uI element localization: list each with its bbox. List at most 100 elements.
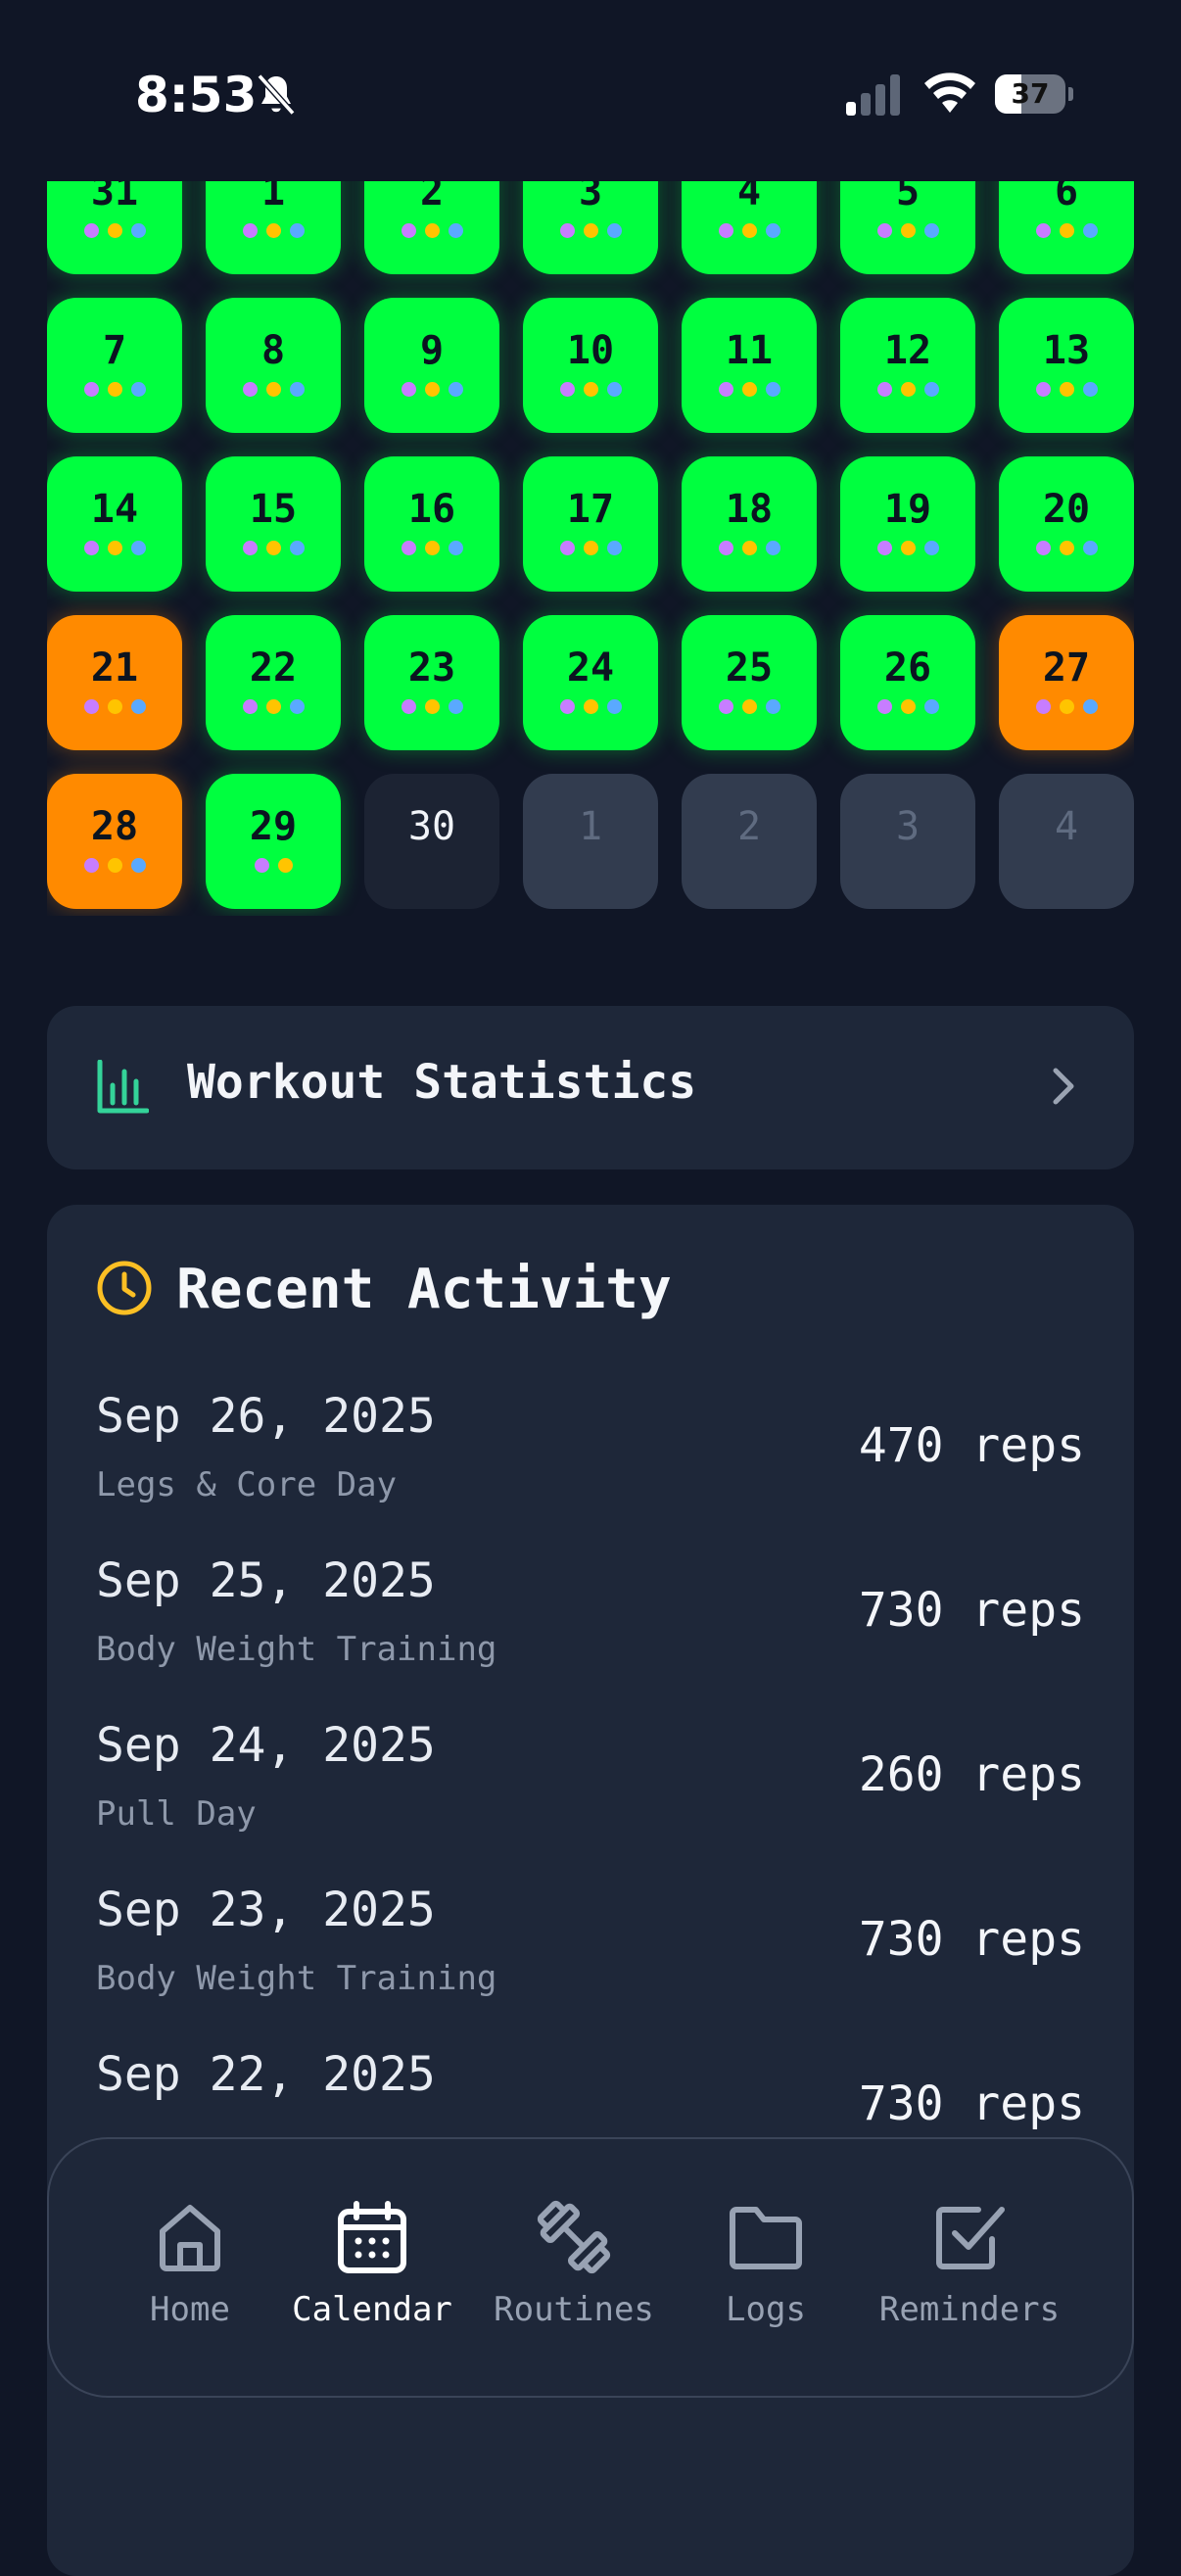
tab-home[interactable]: Home: [131, 2139, 249, 2396]
calendar-day-number: 29: [249, 804, 298, 849]
activity-dot: [559, 541, 575, 555]
activity-dot: [718, 541, 733, 555]
activity-dot: [289, 699, 305, 714]
activity-dot: [401, 382, 416, 397]
tab-label: Reminders: [878, 2290, 1061, 2329]
activity-date: Sep 23, 2025: [96, 1883, 436, 1937]
activity-reps: 470 reps: [858, 1418, 1085, 1473]
calendar-day-number: 11: [725, 328, 774, 373]
activity-dots: [1035, 541, 1098, 556]
activity-dot: [130, 382, 146, 397]
activity-dots: [559, 382, 622, 398]
activity-entry[interactable]: Sep 23, 2025 Body Weight Training 730 reps: [96, 1883, 1085, 2029]
activity-dot: [130, 223, 146, 238]
calendar-day-cell[interactable]: 26: [840, 615, 975, 750]
activity-dot: [559, 382, 575, 397]
activity-dot: [718, 223, 733, 238]
calendar-day-cell[interactable]: 1: [523, 774, 658, 909]
tab-routines[interactable]: Routines: [494, 2139, 654, 2396]
activity-dot: [923, 699, 939, 714]
activity-dot: [83, 382, 99, 397]
calendar-day-number: 23: [407, 645, 456, 691]
tab-label: Logs: [726, 2290, 806, 2329]
activity-dot: [277, 858, 293, 873]
calendar-day-cell[interactable]: 13: [999, 298, 1134, 433]
activity-dots: [559, 541, 622, 556]
activity-dots: [876, 382, 939, 398]
activity-dot: [900, 541, 916, 555]
tab-reminders[interactable]: Reminders: [878, 2139, 1061, 2396]
activity-dot: [1035, 382, 1051, 397]
calendar-day-cell[interactable]: 8: [206, 298, 341, 433]
activity-dots: [559, 223, 622, 239]
activity-dot: [448, 382, 463, 397]
calendar-day-cell[interactable]: 21: [47, 615, 182, 750]
activity-entry[interactable]: Sep 25, 2025 Body Weight Training 730 reps: [96, 1553, 1085, 1700]
calendar-day-cell[interactable]: 14: [47, 456, 182, 592]
activity-dot: [265, 699, 281, 714]
activity-dot: [900, 223, 916, 238]
activity-dot: [1059, 382, 1074, 397]
calendar-icon: [338, 2201, 406, 2273]
activity-dot: [900, 699, 916, 714]
calendar-day-cell[interactable]: 3: [840, 774, 975, 909]
activity-dot: [1059, 223, 1074, 238]
activity-dot: [606, 223, 622, 238]
activity-entry[interactable]: Sep 26, 2025 Legs & Core Day 470 reps: [96, 1389, 1085, 1536]
calendar-day-cell[interactable]: 11: [682, 298, 817, 433]
activity-dot: [130, 699, 146, 714]
tab-calendar[interactable]: Calendar: [292, 2139, 452, 2396]
activity-dots: [83, 382, 146, 398]
activity-dot: [741, 382, 757, 397]
activity-dot: [583, 541, 598, 555]
status-bar: 8:53 37: [0, 0, 1181, 181]
activity-dot: [1082, 223, 1098, 238]
activity-dot: [923, 382, 939, 397]
calendar-day-cell[interactable]: 22: [206, 615, 341, 750]
activity-dot: [923, 223, 939, 238]
calendar-day-cell[interactable]: 19: [840, 456, 975, 592]
tab-logs[interactable]: Logs: [707, 2139, 825, 2396]
calendar-day-number: 10: [566, 328, 615, 373]
calendar-day-cell[interactable]: 28: [47, 774, 182, 909]
activity-routine-name: Legs & Core Day: [96, 1465, 398, 1504]
activity-routine-name: Body Weight Training: [96, 1959, 497, 1998]
tab-label: Routines: [494, 2290, 654, 2329]
calendar-day-number: 17: [566, 487, 615, 532]
activity-dot: [583, 382, 598, 397]
calendar-day-number: 13: [1042, 328, 1091, 373]
calendar-day-number: 16: [407, 487, 456, 532]
calendar-day-cell[interactable]: 30: [364, 774, 499, 909]
activity-dots: [718, 699, 780, 715]
calendar-day-cell[interactable]: 16: [364, 456, 499, 592]
calendar-day-cell[interactable]: 24: [523, 615, 658, 750]
calendar-day-cell[interactable]: 20: [999, 456, 1134, 592]
activity-dot: [107, 858, 122, 873]
calendar-day-cell[interactable]: 27: [999, 615, 1134, 750]
activity-dot: [1082, 541, 1098, 555]
calendar-day-cell[interactable]: 15: [206, 456, 341, 592]
calendar-day-cell[interactable]: 10: [523, 298, 658, 433]
activity-entry[interactable]: Sep 24, 2025 Pull Day 260 reps: [96, 1718, 1085, 1865]
calendar-day-cell[interactable]: 17: [523, 456, 658, 592]
activity-dot: [559, 699, 575, 714]
calendar-day-number: 14: [90, 487, 139, 532]
activity-date: Sep 22, 2025: [96, 2047, 436, 2102]
calendar-day-cell[interactable]: 23: [364, 615, 499, 750]
activity-dot: [741, 699, 757, 714]
activity-date: Sep 26, 2025: [96, 1389, 436, 1444]
calendar-day-number: 22: [249, 645, 298, 691]
activity-dots: [83, 858, 146, 874]
calendar-day-cell[interactable]: 4: [999, 774, 1134, 909]
calendar-day-cell[interactable]: 7: [47, 298, 182, 433]
activity-date: Sep 24, 2025: [96, 1718, 436, 1773]
calendar-day-cell[interactable]: 9: [364, 298, 499, 433]
tab-bar: Home Calendar Routines Logs Reminders: [47, 2137, 1134, 2398]
calendar-day-cell[interactable]: 12: [840, 298, 975, 433]
calendar-day-cell[interactable]: 18: [682, 456, 817, 592]
calendar-day-cell[interactable]: 29: [206, 774, 341, 909]
calendar-day-cell[interactable]: 2: [682, 774, 817, 909]
workout-statistics-button[interactable]: Workout Statistics: [47, 1006, 1134, 1169]
calendar-day-cell[interactable]: 25: [682, 615, 817, 750]
folder-icon: [730, 2207, 802, 2269]
